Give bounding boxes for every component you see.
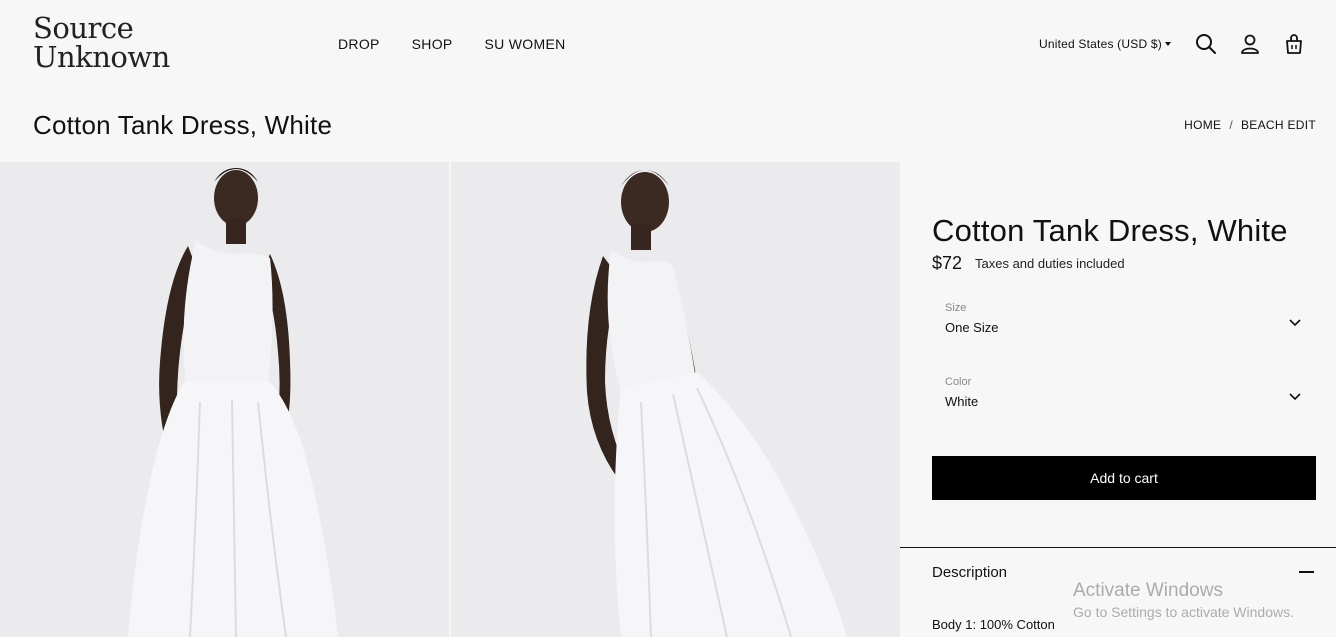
tax-note: Taxes and duties included	[975, 256, 1125, 271]
size-select[interactable]: Size One Size	[932, 302, 1316, 362]
chevron-down-icon	[1289, 393, 1301, 401]
page-title: Cotton Tank Dress, White	[33, 110, 333, 140]
breadcrumb: HOME / BEACH EDIT	[1184, 118, 1316, 132]
breadcrumb-current[interactable]: BEACH EDIT	[1241, 118, 1316, 132]
color-label: Color	[945, 376, 972, 388]
brand-line-2: Unknown	[33, 40, 170, 74]
description-heading[interactable]: Description	[932, 564, 1007, 581]
product-image-side[interactable]	[451, 162, 900, 637]
product-price: $72	[932, 253, 963, 273]
color-select[interactable]: Color White	[932, 376, 1316, 436]
product-gallery	[0, 162, 900, 637]
locale-selector[interactable]: United States (USD $)	[1039, 37, 1171, 51]
size-value: One Size	[945, 320, 999, 335]
chevron-down-icon	[1289, 319, 1301, 327]
locale-label: United States (USD $)	[1039, 37, 1162, 51]
account-icon[interactable]	[1239, 33, 1261, 55]
product-title: Cotton Tank Dress, White	[932, 213, 1288, 248]
size-label: Size	[945, 302, 967, 314]
add-to-cart-button[interactable]: Add to cart	[932, 456, 1316, 500]
nav-item-shop[interactable]: SHOP	[412, 36, 453, 52]
site-header: Source Unknown DROP SHOP SU WOMEN United…	[0, 0, 1336, 90]
section-divider	[900, 547, 1336, 548]
main-nav: DROP SHOP SU WOMEN	[338, 36, 566, 52]
nav-item-drop[interactable]: DROP	[338, 36, 380, 52]
breadcrumb-home[interactable]: HOME	[1184, 118, 1221, 132]
product-info-panel: Cotton Tank Dress, White $72 Taxes and d…	[900, 162, 1336, 637]
cart-icon[interactable]	[1283, 33, 1305, 55]
color-value: White	[945, 394, 979, 409]
search-icon[interactable]	[1195, 33, 1217, 55]
breadcrumb-separator: /	[1229, 118, 1233, 132]
product-image-front[interactable]	[0, 162, 449, 637]
brand-line-1: Source	[33, 11, 134, 45]
collapse-icon[interactable]	[1299, 571, 1314, 573]
nav-item-su-women[interactable]: SU WOMEN	[485, 36, 566, 52]
brand-logo[interactable]: Source Unknown	[33, 14, 170, 72]
caret-down-icon	[1164, 41, 1171, 46]
description-body: Body 1: 100% Cotton	[932, 617, 1055, 632]
